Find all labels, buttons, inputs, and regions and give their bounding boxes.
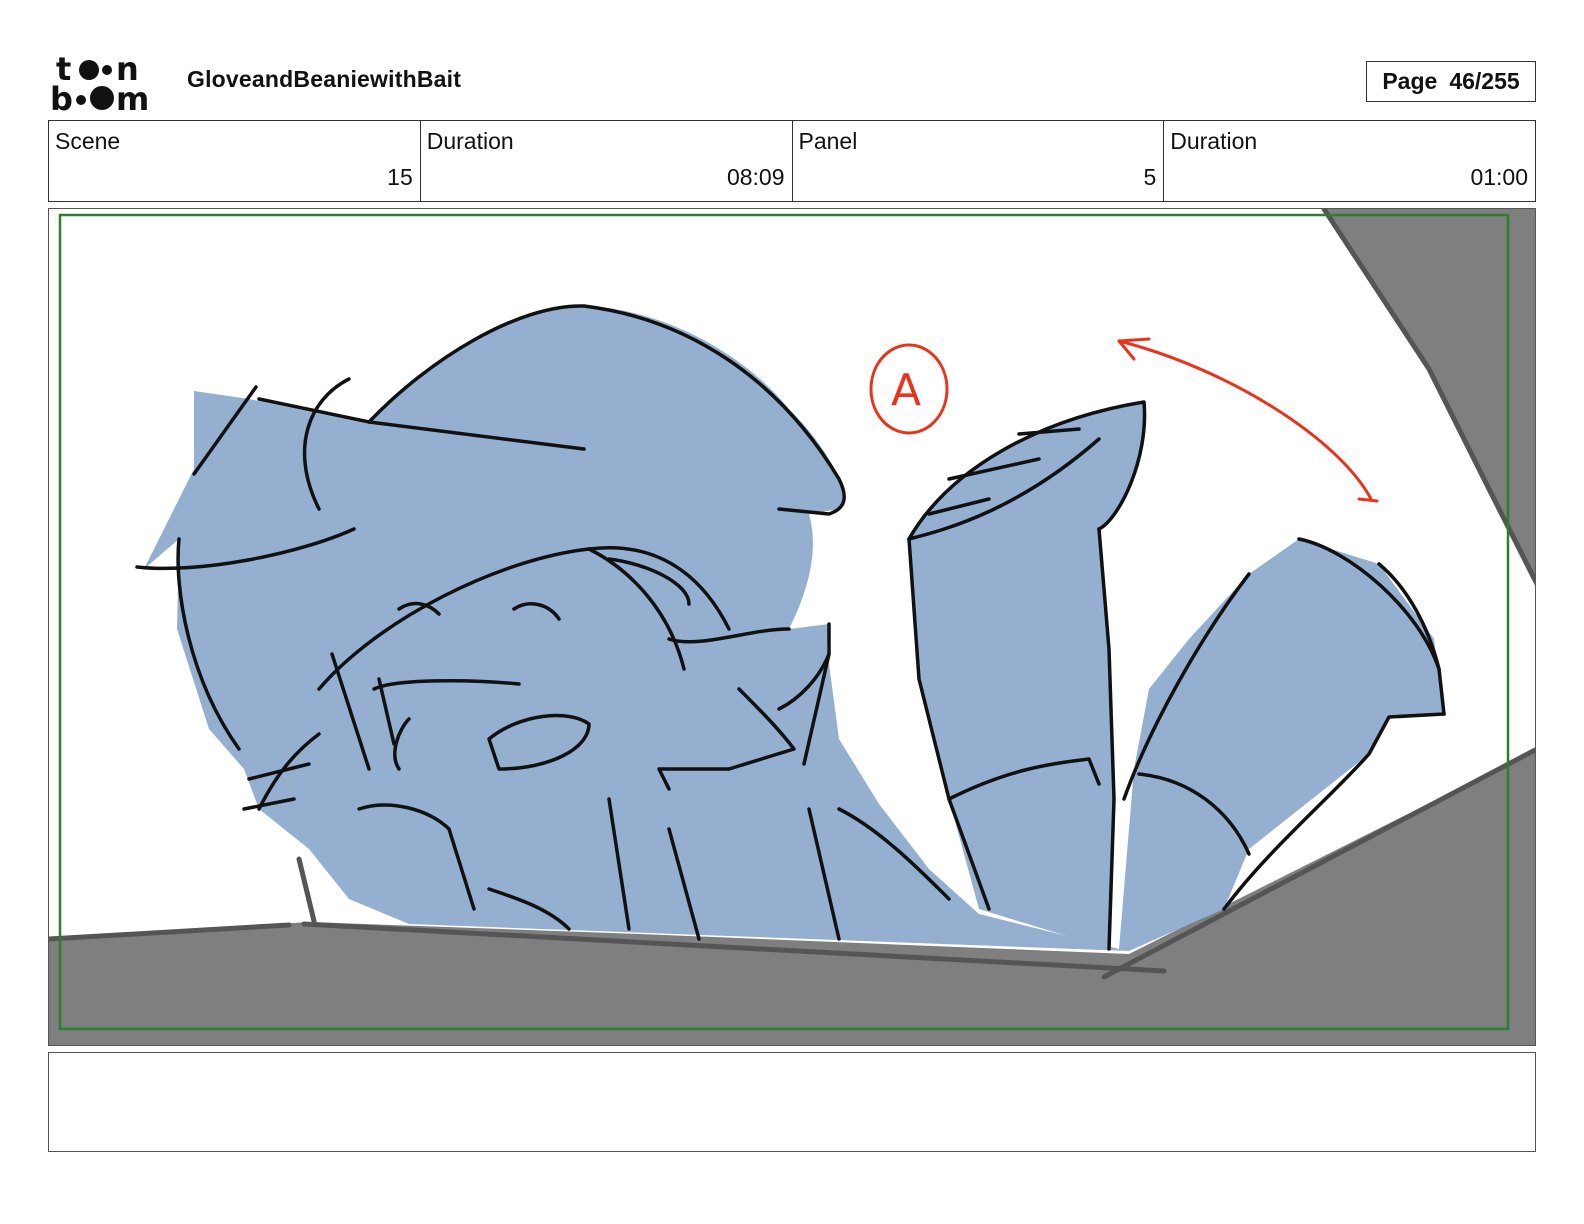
storyboard-panel: A [48,208,1536,1046]
panel-duration-cell: Duration 01:00 [1164,121,1535,201]
right-wall-shape [1324,209,1535,581]
svg-text:b: b [50,80,73,114]
scene-label: Scene [55,128,121,154]
scene-info-table: Scene 15 Duration 08:09 Panel 5 Duration… [48,120,1536,202]
svg-text:m: m [116,80,149,114]
scene-duration-label: Duration [426,128,514,154]
page-number: 46/255 [1449,68,1520,94]
page-indicator: Page 46/255 [1366,61,1536,102]
scene-cell: Scene 15 [49,121,421,201]
panel-drawing: A [49,209,1535,1045]
panel-duration-label: Duration [1170,128,1258,154]
annotation-arrow [1117,339,1373,501]
scene-value: 15 [387,164,413,190]
dialog-notes-box [48,1052,1536,1152]
panel-label: Panel [798,128,858,154]
panel-duration-value: 01:00 [1470,164,1528,190]
project-title: GloveandBeaniewithBait [187,66,462,92]
panel-value: 5 [1143,164,1157,190]
toonboom-logo: t n b m [50,50,166,118]
scene-duration-value: 08:09 [726,164,785,190]
panel-cell: Panel 5 [793,121,1165,201]
scene-duration-cell: Duration 08:09 [421,121,793,201]
page-label: Page [1382,68,1438,94]
annotation-letter: A [891,365,921,416]
